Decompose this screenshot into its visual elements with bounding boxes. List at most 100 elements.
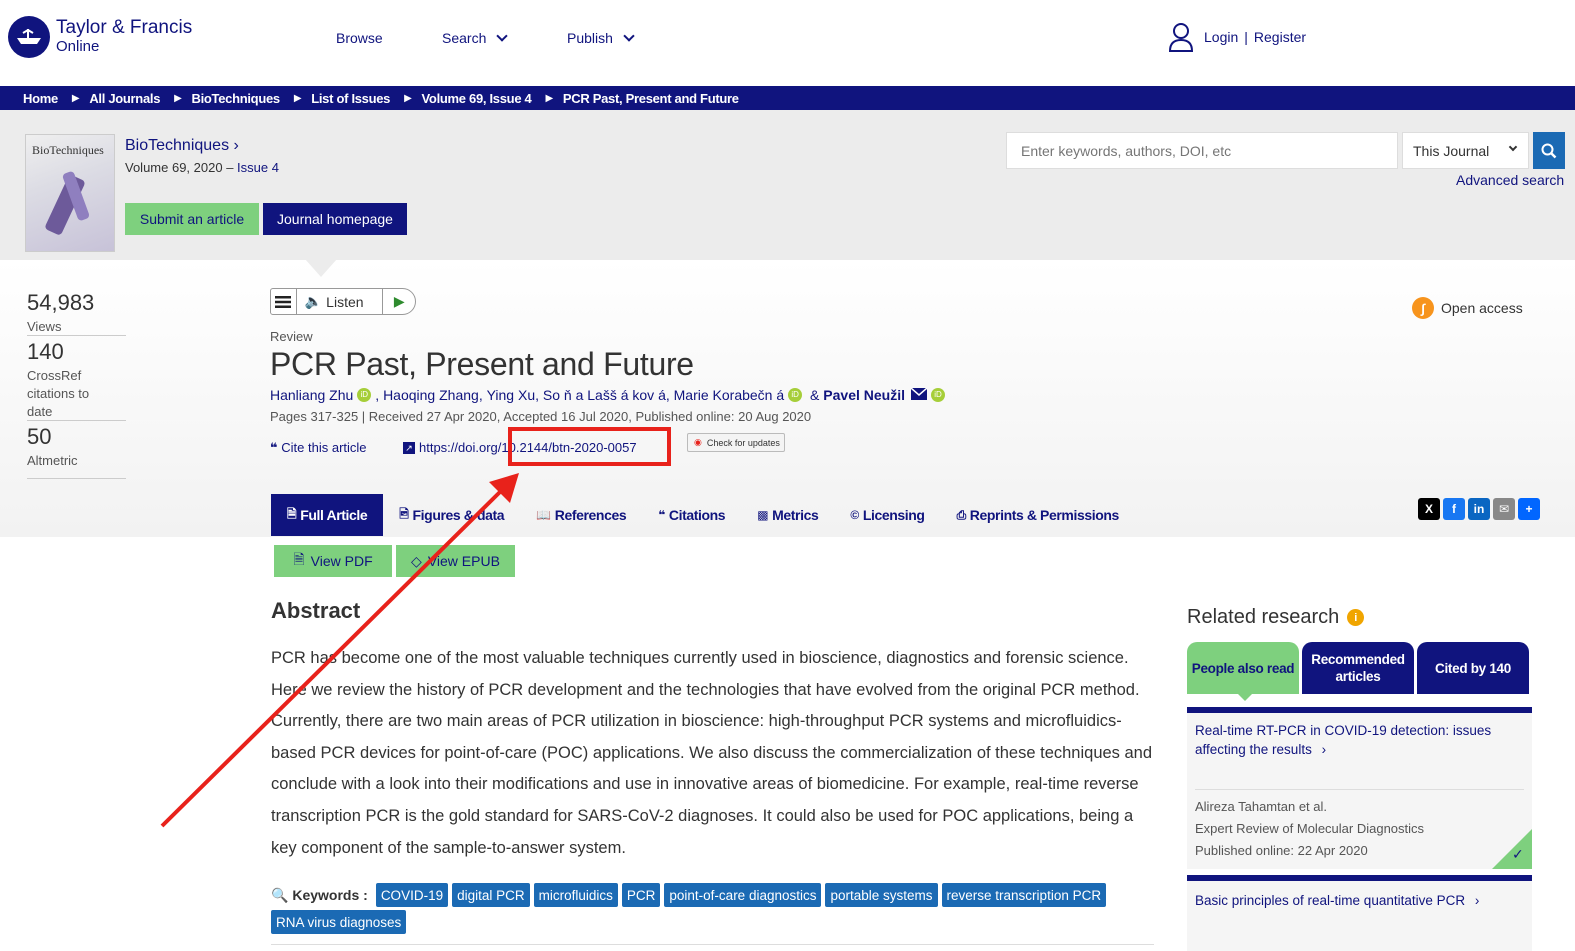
crossref-count[interactable]: 140 <box>27 339 64 365</box>
nav-search[interactable]: Search <box>442 30 509 46</box>
crossref-label: CrossRef citations to date <box>27 368 90 419</box>
keyword-chip[interactable]: portable systems <box>825 883 938 907</box>
listen-button[interactable]: Listen <box>326 294 382 310</box>
author-link[interactable]: Haoqing Zhang <box>383 387 479 403</box>
linkedin-share-icon[interactable]: in <box>1468 498 1490 520</box>
email-share-icon[interactable]: ✉ <box>1493 498 1515 520</box>
related-journal: Expert Review of Molecular Diagnostics <box>1195 821 1425 836</box>
search-icon: 🔍 <box>271 886 289 903</box>
cover-title: BioTechniques <box>32 143 104 157</box>
keyword-chip[interactable]: RNA virus diagnoses <box>271 910 407 934</box>
checkmark-icon: ✓ <box>1512 846 1524 862</box>
keyword-chip[interactable]: COVID-19 <box>375 883 449 907</box>
chevron-right-icon: › <box>233 137 239 154</box>
tab-people-also-read[interactable]: People also read <box>1187 642 1299 694</box>
view-pdf-label: View PDF <box>310 553 373 569</box>
breadcrumb-issues[interactable]: List of Issues <box>311 91 390 106</box>
tab-references[interactable]: 📖 References <box>520 494 642 536</box>
journal-issue-link[interactable]: Issue 4 <box>237 160 279 175</box>
printer-icon: ⎙ <box>956 507 967 522</box>
image-icon: 🖻 <box>399 506 409 521</box>
nav-browse[interactable]: Browse <box>336 30 383 46</box>
check-for-updates-button[interactable]: ◉ Check for updates <box>687 433 785 452</box>
author-link[interactable]: So ň a Lašš á kov á <box>543 387 666 403</box>
open-lock-icon: ∫ <box>1412 297 1434 319</box>
related-authors: Alireza Tahamtan et al. <box>1195 799 1327 814</box>
altmetric-count[interactable]: 50 <box>27 424 51 450</box>
search-scope-select[interactable]: This Journal <box>1402 132 1529 169</box>
taylor-francis-logo[interactable]: Taylor & Francis Online <box>8 16 192 58</box>
related-article-link[interactable]: Basic principles of real-time quantitati… <box>1195 891 1524 910</box>
journal-volume: Volume 69, 2020 – Issue 4 <box>125 160 279 175</box>
envelope-icon[interactable] <box>910 387 928 403</box>
breadcrumb-all-journals[interactable]: All Journals <box>89 91 160 106</box>
orcid-icon[interactable]: iD <box>357 388 372 402</box>
search-input[interactable] <box>1006 132 1398 169</box>
tab-metrics[interactable]: ▩ Metrics <box>741 494 834 536</box>
keywords-label-text: Keywords <box>292 886 360 903</box>
nav-publish[interactable]: Publish <box>567 30 635 46</box>
register-link[interactable]: Register <box>1254 29 1306 45</box>
crossmark-icon: ◉ <box>694 437 702 447</box>
publication-history: Pages 317-325 | Received 27 Apr 2020, Ac… <box>270 409 812 424</box>
author-link[interactable]: Hanliang Zhu <box>270 387 353 403</box>
view-pdf-button[interactable]: 🗎 View PDF <box>274 545 392 577</box>
user-icon[interactable] <box>1168 22 1194 52</box>
cite-article-link[interactable]: ❝ Cite this article <box>270 440 367 456</box>
site-header: Taylor & Francis Online Browse Search Pu… <box>0 0 1575 86</box>
divider <box>27 335 126 336</box>
doi-prefix: https://doi.org/ <box>419 440 502 455</box>
tab-recommended-articles[interactable]: Recommended articles <box>1302 642 1414 694</box>
doi-highlight-annotation <box>508 427 671 466</box>
journal-cover-image[interactable]: BioTechniques <box>25 134 115 252</box>
orcid-icon[interactable]: iD <box>930 388 945 402</box>
login-link[interactable]: Login <box>1204 29 1238 45</box>
ship-logo-icon <box>8 16 50 58</box>
author-link[interactable]: Marie Korabečn á <box>674 387 785 403</box>
journal-name-link[interactable]: BioTechniques › <box>125 137 239 155</box>
keyword-chip[interactable]: digital PCR <box>452 883 530 907</box>
play-button[interactable]: ▶ <box>382 289 415 314</box>
copyright-icon: © <box>850 508 859 522</box>
breadcrumb-home[interactable]: Home <box>23 91 58 106</box>
article-type: Review <box>270 329 313 344</box>
divider <box>271 944 1154 945</box>
related-published: Published online: 22 Apr 2020 <box>1195 843 1368 858</box>
tab-licensing[interactable]: © Licensing <box>834 494 940 536</box>
breadcrumb-journal[interactable]: BioTechniques <box>192 91 281 106</box>
tab-figures[interactable]: 🖻 Figures & data <box>383 494 520 536</box>
facebook-share-icon[interactable]: f <box>1443 498 1465 520</box>
author-link[interactable]: Ying Xu <box>487 387 536 403</box>
open-access-label: Open access <box>1441 300 1523 316</box>
tab-citations[interactable]: ❝ Citations <box>642 494 741 536</box>
tab-cited-by[interactable]: Cited by 140 <box>1417 642 1529 694</box>
info-icon[interactable]: i <box>1347 609 1365 626</box>
bar-chart-icon: ▩ <box>757 508 769 522</box>
journal-homepage-button[interactable]: Journal homepage <box>263 203 407 235</box>
hamburger-icon <box>275 295 292 308</box>
abstract-text: PCR has become one of the most valuable … <box>271 649 1153 857</box>
related-article-link[interactable]: Real-time RT-PCR in COVID-19 detection: … <box>1195 721 1524 759</box>
keyword-chip[interactable]: microfluidics <box>533 883 618 907</box>
keyword-chip[interactable]: reverse transcription PCR <box>941 883 1107 907</box>
keyword-chip[interactable]: PCR <box>621 883 661 907</box>
add-share-icon[interactable]: + <box>1518 498 1540 520</box>
advanced-search-link[interactable]: Advanced search <box>1456 172 1564 188</box>
tab-full-article[interactable]: 🗎 Full Article <box>271 494 384 536</box>
search-scope-value: This Journal <box>1413 142 1490 159</box>
listen-player: 🔈 Listen ▶ <box>270 288 416 315</box>
submit-article-button[interactable]: Submit an article <box>125 203 259 235</box>
orcid-icon[interactable]: iD <box>788 388 803 402</box>
search-button[interactable] <box>1533 132 1565 169</box>
view-epub-button[interactable]: ◇ View EPUB <box>396 545 515 577</box>
listen-menu-button[interactable] <box>271 289 297 314</box>
breadcrumb-current: PCR Past, Present and Future <box>562 90 739 106</box>
journal-volume-text: Volume 69, 2020 – <box>125 160 238 175</box>
chevron-right-icon: › <box>1321 742 1327 757</box>
tab-reprints[interactable]: ⎙ Reprints & Permissions <box>941 494 1135 536</box>
author-link[interactable]: Pavel Neužil <box>823 387 905 403</box>
x-share-icon[interactable]: X <box>1418 498 1440 520</box>
keyword-chip[interactable]: point-of-care diagnostics <box>664 883 822 907</box>
views-count: 54,983 <box>27 290 95 315</box>
breadcrumb-volume[interactable]: Volume 69, Issue 4 <box>422 91 532 106</box>
